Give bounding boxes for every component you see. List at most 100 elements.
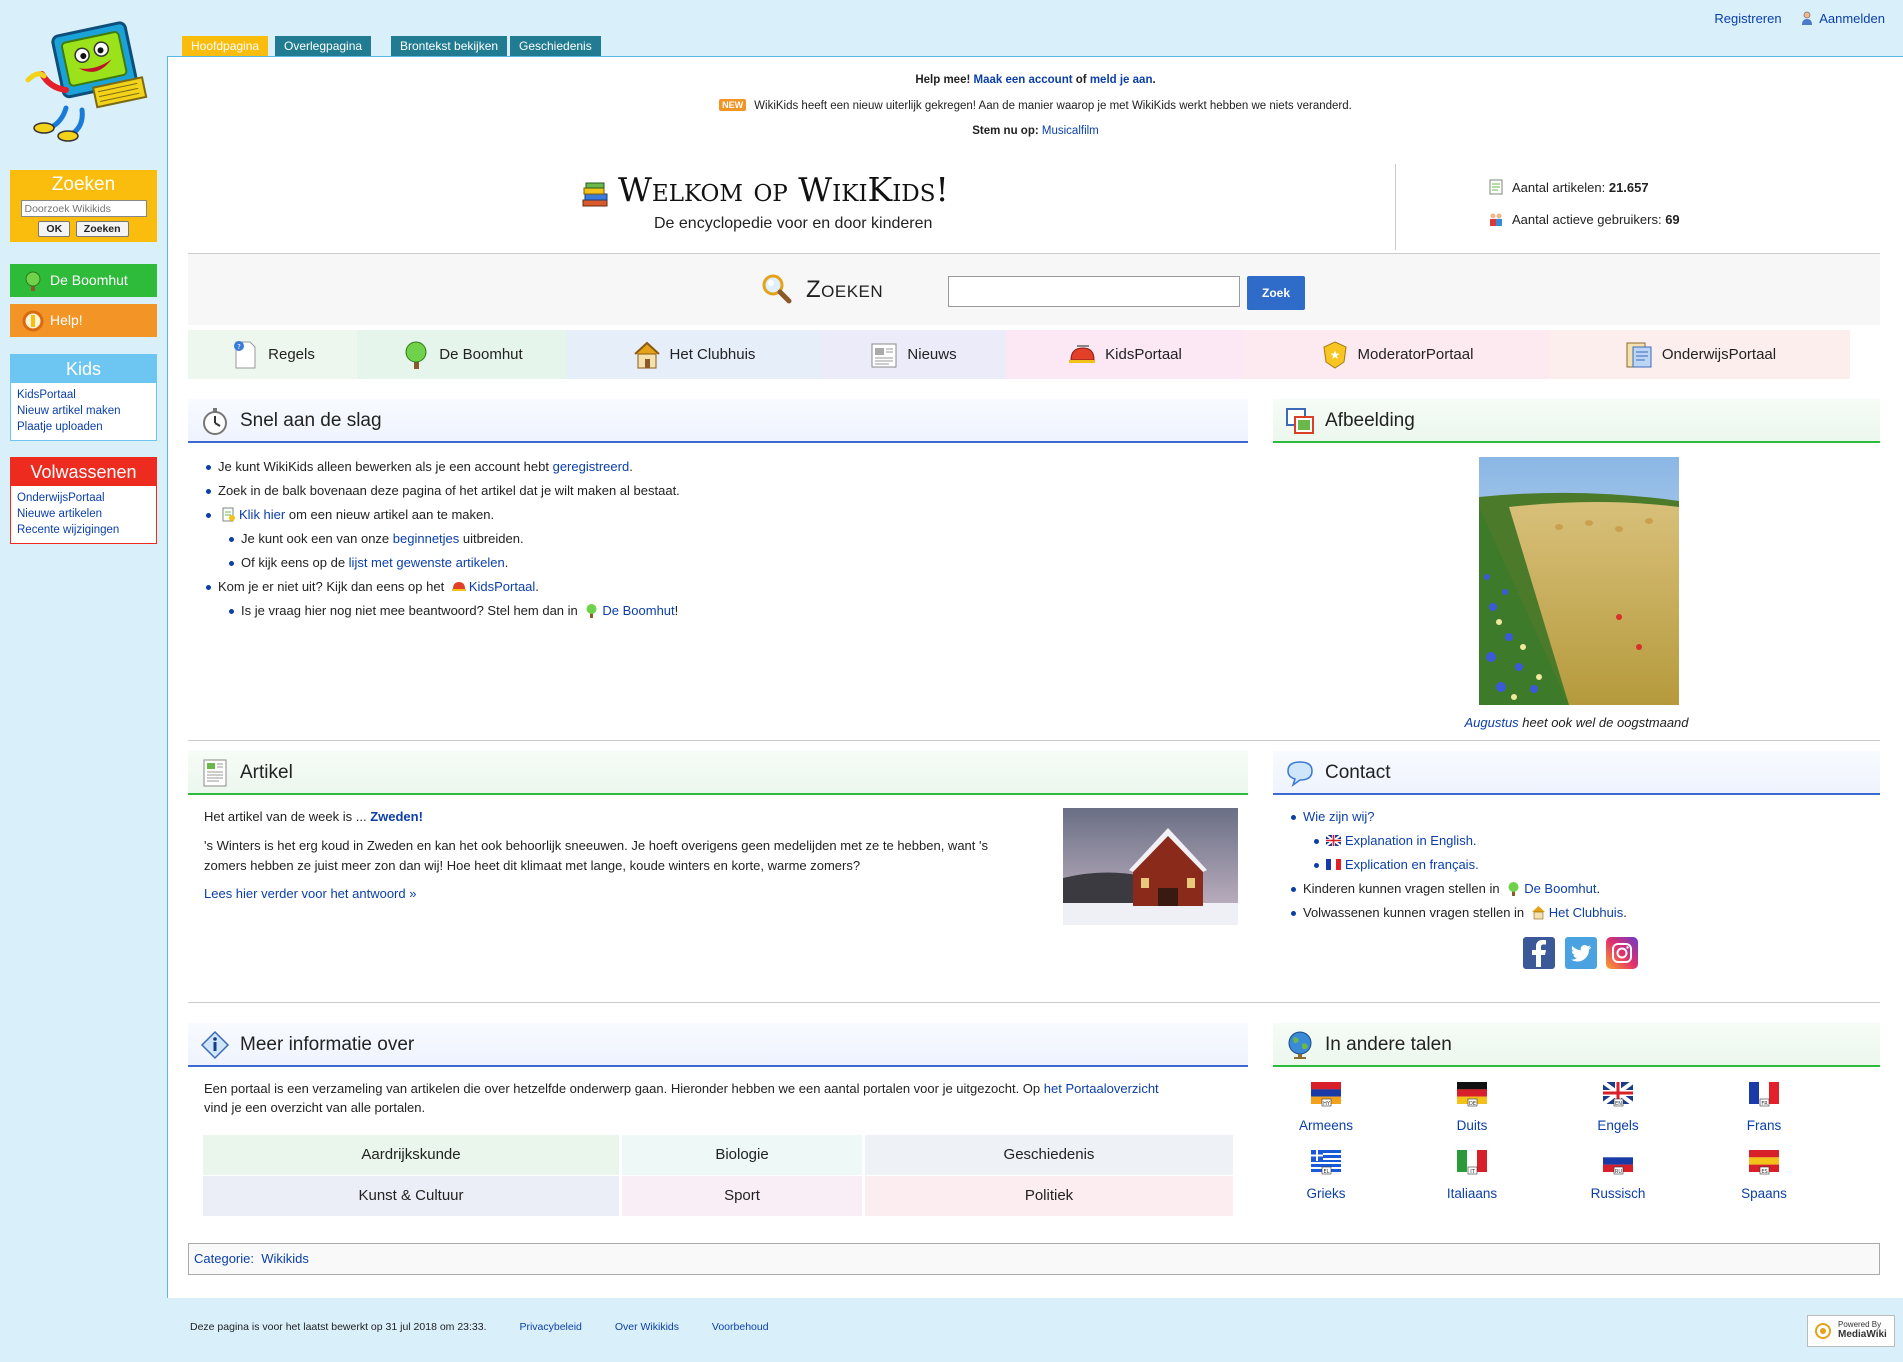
sidebar-kids-link[interactable]: Nieuw artikel maken — [17, 403, 150, 419]
disclaimer-link[interactable]: Voorbehoud — [712, 1321, 769, 1333]
facebook-icon[interactable] — [1523, 937, 1555, 969]
language-label: Russisch — [1590, 1186, 1646, 1201]
sidebar-search-box: Zoeken OK Zoeken — [10, 170, 157, 242]
portal-nav-kidsportaal[interactable]: KidsPortaal — [1006, 330, 1243, 379]
register-link[interactable]: Registreren — [1714, 11, 1781, 26]
new-look-text: WikiKids heeft een nieuw uiterlijk gekre… — [754, 100, 1352, 112]
boomhut-link[interactable]: De Boomhut — [1524, 881, 1596, 896]
sidebar-adults-link[interactable]: Recente wijzigingen — [17, 522, 150, 538]
portal-row: Kunst & Cultuur Sport Politiek — [203, 1176, 1239, 1216]
stubs-link[interactable]: beginnetjes — [393, 531, 460, 546]
article-of-week-link[interactable]: Zweden! — [370, 809, 423, 824]
section-title: Afbeelding — [1325, 410, 1415, 431]
portal-politiek[interactable]: Politiek — [865, 1176, 1233, 1216]
language-link[interactable]: EN Engels — [1573, 1082, 1663, 1133]
list-item: Kom je er niet uit? Kijk dan eens op het… — [204, 575, 1248, 599]
kidsportaal-link[interactable]: KidsPortaal — [469, 579, 535, 594]
portal-nav-label: OnderwijsPortaal — [1661, 346, 1777, 363]
section-image: Afbeelding Augustus heet ook wel de oogs… — [1273, 399, 1880, 730]
tab-view-source[interactable]: Brontekst bekijken — [391, 36, 508, 57]
portal-nav-clubhuis[interactable]: Het Clubhuis — [567, 330, 820, 379]
section-header: Artikel — [188, 751, 1248, 795]
article-icon — [203, 759, 227, 787]
sidebar-boomhut-button[interactable]: De Boomhut — [10, 264, 157, 297]
english-link[interactable]: Explanation in English. — [1345, 833, 1477, 848]
language-label: Duits — [1456, 1118, 1488, 1133]
twitter-icon[interactable] — [1564, 937, 1597, 969]
list-text: . — [1596, 881, 1601, 896]
tab-history[interactable]: Geschiedenis — [510, 36, 601, 57]
sidebar-help-button[interactable]: Help! — [10, 304, 157, 337]
wikikids-logo[interactable] — [20, 18, 164, 142]
vote-link[interactable]: Musicalfilm — [1042, 125, 1099, 137]
sidebar-adults-link[interactable]: Nieuwe artikelen — [17, 506, 150, 522]
portal-nav-nieuws[interactable]: Nieuws — [820, 330, 1006, 379]
portal-nav-regels[interactable]: ? Regels — [188, 330, 357, 379]
sidebar-ok-button[interactable]: OK — [38, 221, 71, 237]
sidebar-search-input[interactable] — [20, 200, 147, 217]
about-link[interactable]: Over Wikikids — [615, 1321, 679, 1333]
list-item: Kinderen kunnen vragen stellen in De Boo… — [1289, 877, 1880, 901]
instagram-icon[interactable] — [1606, 937, 1639, 969]
sidebar-adults-title: Volwassenen — [30, 462, 137, 482]
language-link[interactable]: HY Armeens — [1281, 1082, 1371, 1133]
french-link[interactable]: Explication en français. — [1345, 857, 1479, 872]
category-link[interactable]: Wikikids — [261, 1251, 309, 1266]
language-link[interactable]: RU Russisch — [1573, 1150, 1663, 1201]
august-link[interactable]: Augustus — [1464, 715, 1518, 730]
category-label[interactable]: Categorie: — [194, 1251, 254, 1266]
tab-main-page[interactable]: Hoofdpagina — [182, 36, 269, 57]
create-article-link[interactable]: Klik hier — [239, 507, 285, 522]
caption-text: heet ook wel de oogstmaand — [1518, 715, 1689, 730]
language-label: Grieks — [1306, 1186, 1346, 1201]
flag-code: ES — [1761, 1169, 1767, 1175]
language-link[interactable]: EL Grieks — [1281, 1150, 1371, 1201]
sidebar-kids-link[interactable]: KidsPortaal — [17, 387, 150, 403]
portal-nav-moderatorportaal[interactable]: ★ ModeratorPortaal — [1243, 330, 1550, 379]
wanted-articles-link[interactable]: lijst met gewenste artikelen — [349, 555, 505, 570]
de-flag-icon: DE — [1457, 1082, 1487, 1107]
list-text: Is je vraag hier nog niet mee beantwoord… — [241, 603, 582, 618]
flag-code: EL — [1324, 1169, 1330, 1175]
sidebar-kids-link[interactable]: Plaatje uploaden — [17, 419, 150, 435]
create-account-link[interactable]: Maak een account — [974, 74, 1073, 86]
portal-biologie[interactable]: Biologie — [622, 1135, 862, 1175]
portal-overview-link[interactable]: het Portaaloverzicht — [1044, 1081, 1159, 1096]
sweden-church-image[interactable] — [1063, 808, 1238, 925]
portal-nav-label: De Boomhut — [439, 346, 523, 363]
who-are-we-link[interactable]: Wie zijn wij? — [1303, 809, 1375, 824]
mediawiki-badge[interactable]: Powered By MediaWiki — [1807, 1315, 1895, 1347]
read-more-link[interactable]: Lees hier verder voor het antwoord » — [204, 884, 1034, 904]
registered-link[interactable]: geregistreerd — [553, 459, 630, 474]
login-link-notice[interactable]: meld je aan — [1090, 74, 1153, 86]
sidebar-search-button[interactable]: Zoeken — [75, 221, 129, 237]
clubhuis-link[interactable]: Het Clubhuis — [1549, 905, 1623, 920]
portal-sport[interactable]: Sport — [622, 1176, 862, 1216]
language-link[interactable]: ES Spaans — [1719, 1150, 1809, 1201]
tab-talk[interactable]: Overlegpagina — [275, 36, 372, 57]
search-input[interactable] — [948, 276, 1240, 307]
portal-nav-boomhut[interactable]: De Boomhut — [357, 330, 567, 379]
portal-geschiedenis[interactable]: Geschiedenis — [865, 1135, 1233, 1175]
privacy-link[interactable]: Privacybeleid — [519, 1321, 581, 1333]
portal-aardrijkskunde[interactable]: Aardrijkskunde — [203, 1135, 619, 1175]
svg-text:?: ? — [237, 343, 241, 351]
tree-icon — [586, 604, 597, 618]
section-title: Contact — [1325, 762, 1391, 783]
search-button[interactable]: Zoek — [1247, 276, 1305, 310]
portal-kunst-cultuur[interactable]: Kunst & Cultuur — [203, 1176, 619, 1216]
list-text: ! — [674, 603, 679, 618]
login-link[interactable]: Aanmelden — [1801, 11, 1885, 26]
language-link[interactable]: FR Frans — [1719, 1082, 1809, 1133]
harvest-field-image[interactable] — [1479, 457, 1679, 705]
language-link[interactable]: DE Duits — [1427, 1082, 1517, 1133]
help-notice: Help mee! Maak een account of meld je aa… — [168, 74, 1903, 86]
language-link[interactable]: IT Italiaans — [1427, 1150, 1517, 1201]
boomhut-link[interactable]: De Boomhut — [602, 603, 674, 618]
sidebar-adults-link[interactable]: OnderwijsPortaal — [17, 490, 150, 506]
user-count: Aantal actieve gebruikers: 69 — [1488, 211, 1680, 227]
list-item: Je kunt ook een van onze beginnetjes uit… — [227, 527, 1248, 551]
section-more-info: Meer informatie over Een portaal is een … — [188, 1023, 1248, 1115]
portal-nav-onderwijsportaal[interactable]: OnderwijsPortaal — [1550, 330, 1850, 379]
social-links — [1523, 937, 1639, 972]
